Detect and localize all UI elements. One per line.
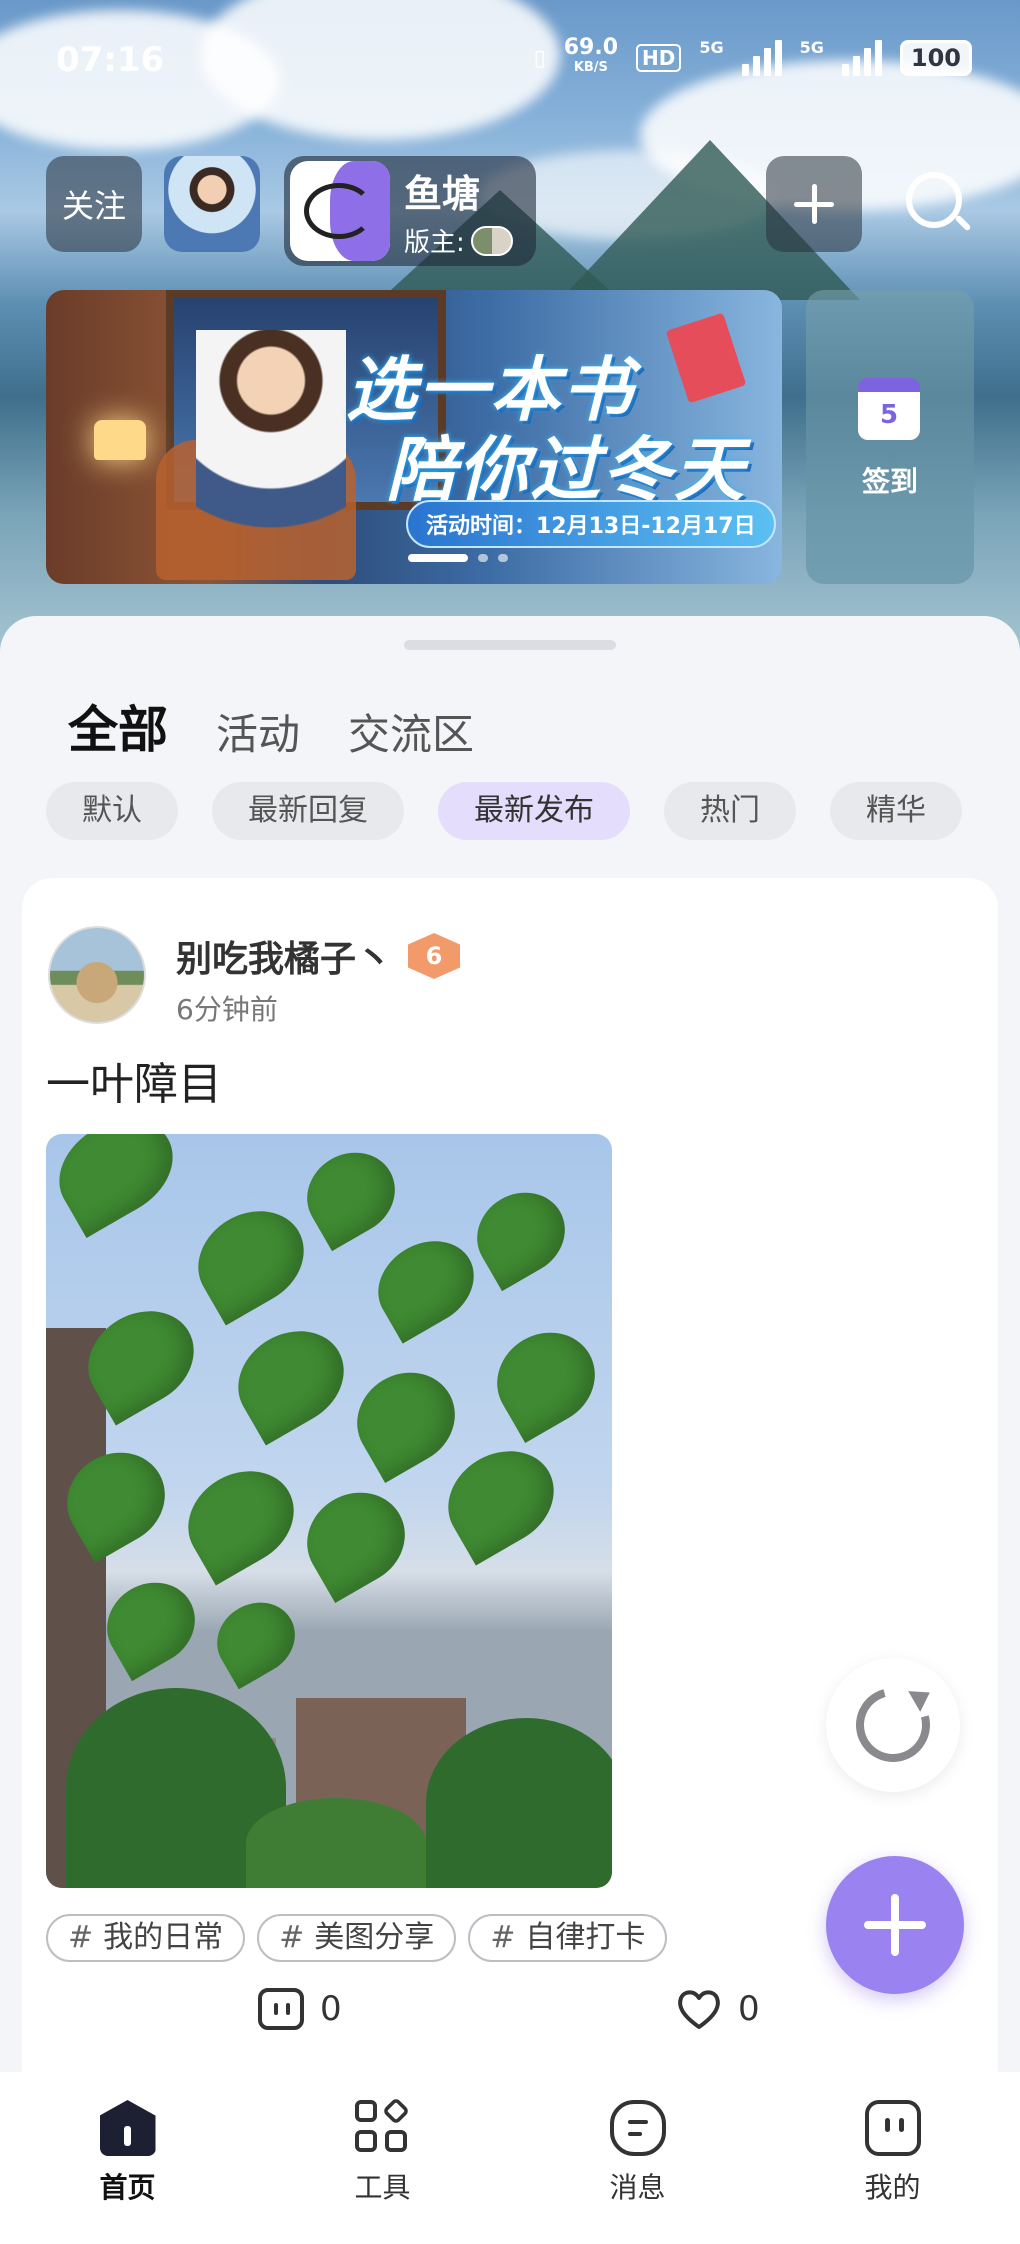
nav-tools-label: 工具 bbox=[354, 2171, 411, 2204]
tab-bar: 全部 活动 交流区 bbox=[68, 690, 474, 762]
activity-banner[interactable]: 选一本书 陪你过冬天 活动时间：12月13日-12月17日 bbox=[46, 290, 782, 584]
sheet-handle[interactable] bbox=[404, 640, 616, 650]
heart-icon bbox=[678, 1990, 720, 2029]
banner-dot bbox=[408, 554, 468, 562]
nav-me[interactable]: 我的 bbox=[765, 2072, 1020, 2244]
circle-card[interactable]: 鱼塘 版主: bbox=[284, 156, 536, 266]
follow-button[interactable]: 关注 bbox=[46, 156, 142, 252]
nav-messages-label: 消息 bbox=[609, 2171, 666, 2204]
tab-activity[interactable]: 活动 bbox=[216, 701, 300, 762]
comment-count: 0 bbox=[320, 1989, 342, 2029]
circle-name: 鱼塘 bbox=[404, 172, 481, 216]
checkin-label: 签到 bbox=[861, 465, 918, 498]
post-card[interactable]: 别吃我橘子丶 6 6分钟前 一叶障目 # 我的日常 # 美图分享 # 自律打卡 … bbox=[22, 878, 998, 2244]
signal-icon-2 bbox=[841, 40, 882, 76]
banner-character bbox=[196, 330, 346, 560]
hd-badge: HD bbox=[636, 44, 682, 72]
profile-icon bbox=[864, 2100, 921, 2156]
status-time: 07:16 bbox=[56, 40, 165, 80]
post-title: 一叶障目 bbox=[46, 1059, 222, 1110]
checkin-card[interactable]: 5 签到 bbox=[806, 290, 974, 584]
bottom-nav: 首页 工具 消息 我的 bbox=[0, 2072, 1020, 2244]
content-sheet: 全部 活动 交流区 默认 最新回复 最新发布 热门 精华 别吃我橘子丶 6 6分… bbox=[0, 616, 1020, 2244]
banner-book bbox=[665, 312, 747, 404]
tab-all[interactable]: 全部 bbox=[68, 690, 168, 762]
banner-pagination bbox=[408, 554, 508, 562]
filter-hot[interactable]: 热门 bbox=[664, 782, 796, 840]
nav-me-label: 我的 bbox=[864, 2171, 921, 2204]
net-speed-unit: KB/S bbox=[573, 60, 608, 75]
like-button[interactable]: 0 bbox=[676, 1988, 760, 2030]
post-tags: # 我的日常 # 美图分享 # 自律打卡 bbox=[46, 1914, 668, 1962]
post-actions: 0 0 bbox=[22, 1988, 998, 2048]
banner-date: 活动时间：12月13日-12月17日 bbox=[406, 500, 776, 548]
signal-label-2: 5G bbox=[799, 38, 824, 57]
level-badge: 6 bbox=[408, 933, 461, 979]
signal-label-1: 5G bbox=[699, 38, 724, 57]
tools-icon bbox=[354, 2096, 411, 2156]
tag-chip[interactable]: # 自律打卡 bbox=[468, 1914, 668, 1962]
signal-icon bbox=[741, 40, 782, 76]
post-time: 6分钟前 bbox=[176, 993, 278, 1026]
message-icon bbox=[609, 2100, 666, 2156]
circle-avatar[interactable] bbox=[164, 156, 260, 252]
nav-tools[interactable]: 工具 bbox=[255, 2072, 510, 2244]
tag-chip[interactable]: # 我的日常 bbox=[46, 1914, 246, 1962]
home-icon bbox=[99, 2100, 156, 2156]
banner-dot bbox=[498, 554, 508, 562]
filter-latest-reply[interactable]: 最新回复 bbox=[212, 782, 404, 840]
plus-icon[interactable] bbox=[766, 156, 862, 252]
post-image[interactable] bbox=[46, 1134, 612, 1888]
comment-icon bbox=[258, 1988, 304, 2030]
circle-logo bbox=[290, 161, 390, 261]
vibrate-icon: ▯ bbox=[533, 45, 546, 71]
banner-dot bbox=[478, 554, 488, 562]
owner-label: 版主: bbox=[404, 228, 465, 258]
search-icon[interactable] bbox=[902, 168, 974, 240]
nav-home-label: 首页 bbox=[99, 2171, 156, 2204]
filter-featured[interactable]: 精华 bbox=[830, 782, 962, 840]
nav-home[interactable]: 首页 bbox=[0, 2072, 255, 2244]
calendar-icon: 5 bbox=[858, 378, 920, 440]
net-speed: 69.0 bbox=[563, 35, 619, 60]
comment-button[interactable]: 0 bbox=[258, 1988, 342, 2030]
user-avatar[interactable] bbox=[48, 926, 146, 1024]
filter-default[interactable]: 默认 bbox=[46, 782, 178, 840]
sort-filters: 默认 最新回复 最新发布 热门 精华 bbox=[46, 782, 962, 840]
battery-icon: 100 bbox=[899, 40, 972, 76]
owner-avatars bbox=[470, 225, 513, 256]
banner-lamp bbox=[94, 420, 146, 460]
username[interactable]: 别吃我橘子丶 bbox=[176, 930, 392, 982]
like-count: 0 bbox=[738, 1989, 760, 2029]
filter-latest-post[interactable]: 最新发布 bbox=[438, 782, 630, 840]
refresh-button[interactable] bbox=[826, 1658, 960, 1792]
tab-discussion[interactable]: 交流区 bbox=[348, 701, 474, 762]
status-bar: 07:16 ▯ 69.0 KB/S HD 5G 5G 100 bbox=[0, 0, 1020, 120]
nav-messages[interactable]: 消息 bbox=[510, 2072, 765, 2244]
create-post-button[interactable] bbox=[826, 1856, 964, 1994]
tag-chip[interactable]: # 美图分享 bbox=[257, 1914, 457, 1962]
